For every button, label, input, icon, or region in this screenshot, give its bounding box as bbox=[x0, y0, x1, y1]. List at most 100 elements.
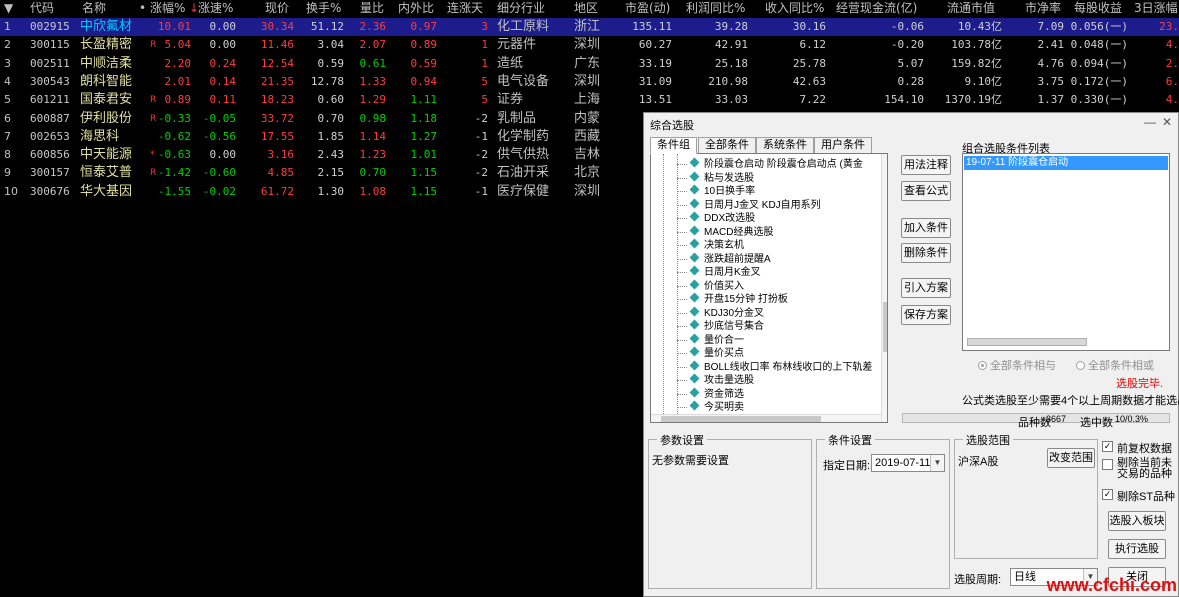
delete-condition-button[interactable]: 删除条件 bbox=[901, 243, 951, 263]
tree-item[interactable]: 10日换手率 bbox=[676, 184, 755, 198]
cell-name: 华大基因 bbox=[80, 183, 133, 199]
explain-button[interactable]: 用法注释 bbox=[901, 155, 951, 175]
cell-pe: 135.11 bbox=[632, 20, 672, 33]
tree-vertical-scrollbar[interactable] bbox=[881, 154, 887, 422]
table-row[interactable]: 1 002915 中欣氟材 10.01 0.00 30.34 51.12 2.36 0.97 3 化… bbox=[0, 18, 1179, 36]
col-cash-flow[interactable]: 经营现金流(亿) bbox=[836, 0, 917, 16]
condition-list[interactable]: 19-07-11 阶段震仓启动 bbox=[962, 153, 1170, 351]
restore-checkbox[interactable]: ✓ bbox=[1102, 441, 1113, 452]
col-change-pct[interactable]: 涨幅% bbox=[150, 0, 185, 16]
col-price[interactable]: 现价 bbox=[265, 0, 289, 16]
tree-item[interactable]: 抄底信号集合 bbox=[677, 319, 764, 333]
cell-spd: -0.56 bbox=[202, 129, 236, 143]
formula-icon bbox=[689, 387, 700, 397]
cell-chg: 10.01 bbox=[157, 20, 191, 33]
execute-screening-button[interactable]: 执行选股 bbox=[1108, 539, 1166, 559]
tree-item[interactable]: 量价合一 bbox=[677, 333, 744, 347]
list-horizontal-scrollbar[interactable] bbox=[967, 338, 1087, 346]
cell-rev: 42.63 bbox=[792, 74, 826, 88]
tab-user-conditions[interactable]: 用户条件 bbox=[814, 137, 872, 154]
col-pb[interactable]: 市净率 bbox=[1025, 0, 1061, 16]
view-formula-button[interactable]: 查看公式 bbox=[901, 181, 951, 201]
add-condition-button[interactable]: 加入条件 bbox=[901, 218, 951, 238]
tree-item[interactable]: 粘与发选股 bbox=[677, 171, 754, 185]
col-profit-yoy[interactable]: 利润同比% bbox=[686, 0, 745, 16]
tab-all-conditions[interactable]: 全部条件 bbox=[698, 137, 756, 154]
radio-all-or[interactable]: 全部条件相或 bbox=[1076, 357, 1154, 373]
tree-item-label: 粘与发选股 bbox=[704, 172, 754, 184]
col-region[interactable]: 地区 bbox=[574, 0, 598, 16]
cell-days: -1 bbox=[474, 184, 488, 198]
tree-item[interactable]: 日周月K金叉 bbox=[677, 265, 761, 279]
import-plan-button[interactable]: 引入方案 bbox=[901, 278, 951, 298]
col-eps[interactable]: 每股收益 bbox=[1074, 0, 1122, 16]
table-row[interactable]: 3 002511 中顺洁柔 2.20 0.24 12.54 0.59 0.61 0.59 1 造纸 广… bbox=[0, 55, 1179, 73]
col-industry[interactable]: 细分行业 bbox=[497, 0, 545, 16]
cell-io: 1.11 bbox=[410, 93, 438, 107]
tree-item[interactable]: 价值买入 bbox=[677, 279, 744, 293]
save-plan-button[interactable]: 保存方案 bbox=[901, 305, 951, 325]
tree-item[interactable]: MACD经典选股 bbox=[676, 225, 773, 239]
cell-vr: 1.08 bbox=[359, 184, 387, 198]
col-turnover[interactable]: 换手% bbox=[306, 0, 341, 16]
tab-condition-group[interactable]: 条件组 bbox=[650, 137, 697, 154]
col-volume-ratio[interactable]: 量比 bbox=[360, 0, 384, 16]
exclude-st-checkbox[interactable]: ✓ bbox=[1102, 489, 1113, 500]
cell-ind: 乳制品 bbox=[497, 110, 537, 126]
col-3day-change[interactable]: 3日涨幅 bbox=[1134, 0, 1178, 16]
add-to-block-button[interactable]: 选股入板块 bbox=[1108, 511, 1166, 531]
col-in-out-ratio[interactable]: 内外比 bbox=[398, 0, 434, 16]
cell-profit: 210.98 bbox=[708, 74, 748, 88]
tree-item[interactable]: 开盘15分钟 打扮板 bbox=[677, 292, 788, 306]
exclude-today-checkbox[interactable] bbox=[1102, 459, 1113, 470]
tree-item[interactable]: 攻击量选股 bbox=[677, 373, 754, 387]
close-icon[interactable]: ✕ bbox=[1162, 115, 1172, 129]
header-menu-arrow-icon[interactable]: ▼ bbox=[4, 0, 13, 16]
cell-cash: 154.10 bbox=[884, 93, 924, 107]
list-item[interactable]: 19-07-11 阶段震仓启动 bbox=[964, 156, 1168, 170]
tree-item[interactable]: 阶段震仓启动 阶段震仓启动点 (黄金 bbox=[677, 157, 863, 171]
tree-item[interactable]: 量价买点 bbox=[677, 346, 744, 360]
tree-item[interactable]: 日周月J金叉 KDJ自用系列 bbox=[677, 198, 821, 212]
formula-icon bbox=[689, 373, 700, 384]
cell-days: -2 bbox=[474, 148, 488, 162]
col-revenue-yoy[interactable]: 收入同比% bbox=[765, 0, 824, 16]
tree-horizontal-scrollbar[interactable] bbox=[651, 414, 881, 422]
col-pe[interactable]: 市盈(动) bbox=[625, 0, 670, 16]
status-text: 选股完毕. bbox=[1116, 378, 1164, 390]
date-picker[interactable]: 2019-07-11 ▼ bbox=[871, 454, 945, 472]
tree-item[interactable]: 今买明卖 bbox=[677, 400, 744, 414]
scroll-thumb[interactable] bbox=[661, 416, 821, 422]
cell-cash: -0.06 bbox=[890, 20, 924, 33]
tree-item[interactable]: DDX改选股 bbox=[676, 211, 755, 225]
cell-turn: 2.43 bbox=[317, 148, 345, 162]
tree-item[interactable]: 资金筛选 bbox=[677, 387, 744, 401]
change-range-button[interactable]: 改变范围 bbox=[1047, 448, 1095, 468]
col-name[interactable]: 名称 bbox=[82, 0, 106, 16]
scroll-thumb[interactable] bbox=[883, 302, 887, 352]
col-code[interactable]: 代码 bbox=[30, 0, 54, 16]
tab-system-conditions[interactable]: 系统条件 bbox=[756, 137, 814, 154]
tree-item[interactable]: BOLL线收口率 布林线收口的上下轨差 bbox=[676, 360, 872, 374]
col-flag[interactable]: • bbox=[139, 0, 146, 16]
cell-name: 中顺洁柔 bbox=[80, 55, 133, 71]
table-row[interactable]: 4 300543 朗科智能 2.01 0.14 21.35 12.78 1.33 0.94 5 电气… bbox=[0, 73, 1179, 91]
cell-region: 北京 bbox=[574, 165, 601, 181]
table-row[interactable]: 5 601211 国泰君安 R 0.89 0.11 18.23 0.60 1.29 1.11 5 证券… bbox=[0, 91, 1179, 109]
minimize-icon[interactable]: — bbox=[1144, 115, 1156, 129]
condition-tree[interactable]: 阶段震仓启动 阶段震仓启动点 (黄金 粘与发选股 10日换手率 日周月J金叉 KDJ自… bbox=[650, 153, 888, 423]
chevron-down-icon[interactable]: ▼ bbox=[930, 455, 944, 471]
cell-profit: 33.03 bbox=[714, 93, 748, 107]
cell-pb: 2.41 bbox=[1037, 38, 1065, 52]
tree-item[interactable]: 决策玄机 bbox=[677, 238, 744, 252]
cell-price: 12.54 bbox=[260, 56, 294, 70]
cell-vr: 1.33 bbox=[359, 74, 387, 88]
radio-all-and[interactable]: 全部条件相与 bbox=[978, 357, 1056, 373]
col-up-days[interactable]: 连涨天 bbox=[447, 0, 483, 16]
tree-item-label: 量价买点 bbox=[704, 348, 744, 359]
table-row[interactable]: 2 300115 长盈精密 R 5.04 0.00 11.46 3.04 2.07 0.89 1 元器… bbox=[0, 36, 1179, 54]
col-speed[interactable]: 涨速% bbox=[198, 0, 233, 16]
tree-item[interactable]: KDJ30分金叉 bbox=[676, 306, 764, 320]
col-float-mcap[interactable]: 流通市值 bbox=[947, 0, 995, 16]
tree-item[interactable]: 涨跌超前提醒A bbox=[677, 252, 771, 266]
